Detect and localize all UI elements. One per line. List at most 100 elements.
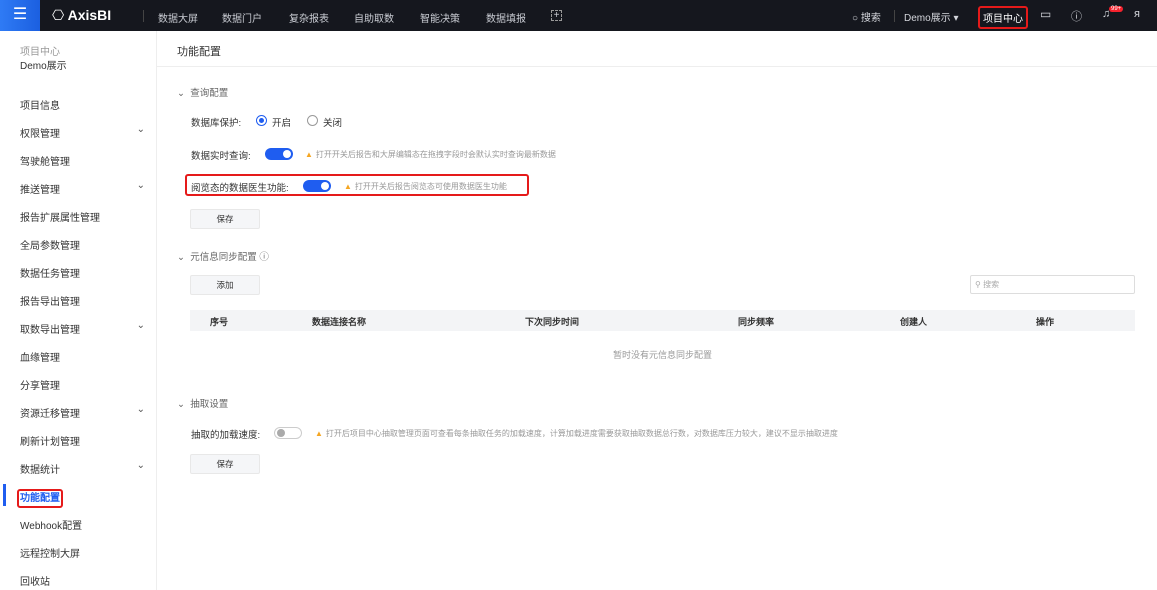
sidebar-item[interactable]: 资源迁移管理 ⌄	[20, 404, 145, 420]
notification-badge: 99+	[1109, 6, 1124, 12]
doctor-tip: ▲ 打开开关后报告阅览态可使用数据医生功能	[344, 181, 507, 192]
doctor-toggle[interactable]	[303, 180, 331, 192]
search-icon: ⚲	[975, 280, 981, 289]
add-button[interactable]: 添加	[190, 275, 260, 295]
empty-state: 暂时没有元信息同步配置	[612, 350, 712, 360]
chevron-down-icon: ⌄	[136, 124, 145, 135]
sidebar-item[interactable]: 数据任务管理	[20, 265, 145, 280]
column-header: 创建人	[900, 317, 928, 327]
nav-item[interactable]: 自助取数	[354, 10, 394, 25]
tip-text: 打开后项目中心抽取管理页面可查看每条抽取任务的加载速度，计算加载进度需要获取抽取…	[325, 429, 838, 438]
sidebar-item[interactable]: 权限管理 ⌄	[20, 124, 145, 140]
chevron-down-icon: ⌄	[136, 460, 145, 471]
sidebar-item[interactable]: 取数导出管理 ⌄	[20, 320, 145, 336]
main-content: 功能配置 ⌄ 查询配置 数据库保护: 开启 关闭 数据实时查询: ▲ 打开开关后报…	[157, 31, 1157, 590]
sidebar-project: Demo展示	[20, 61, 67, 72]
help-icon[interactable]: ⓘ	[1071, 8, 1082, 24]
sidebar-item[interactable]: 报告导出管理	[20, 293, 145, 308]
speed-toggle[interactable]	[274, 427, 302, 439]
divider	[894, 10, 895, 22]
add-nav-icon[interactable]: +	[551, 10, 562, 21]
sidebar-item-label: 远程控制大屏	[20, 549, 80, 560]
radio-off-label[interactable]: 关闭	[323, 115, 342, 129]
sidebar-item[interactable]: 远程控制大屏	[20, 545, 145, 560]
sidebar-item[interactable]: 分享管理	[20, 377, 145, 392]
nav-item[interactable]: 数据大屏	[158, 10, 198, 25]
chevron-down-icon: ⌄	[136, 320, 145, 331]
section-title: 元信息同步配置	[190, 252, 257, 263]
sidebar-item-label: 全局参数管理	[20, 241, 80, 252]
sidebar-item[interactable]: 回收站	[20, 573, 145, 588]
search-icon: ○	[852, 13, 859, 24]
column-header: 序号	[210, 317, 229, 327]
sidebar-item-label: 刷新计划管理	[20, 437, 80, 448]
section-query-toggle[interactable]: ⌄ 查询配置	[177, 85, 228, 99]
sidebar-item[interactable]: 刷新计划管理	[20, 433, 145, 448]
speed-tip: ▲ 打开后项目中心抽取管理页面可查看每条抽取任务的加载速度，计算加载进度需要获取抽…	[315, 428, 838, 439]
sidebar-item-label: 推送管理	[20, 185, 60, 196]
top-bar: ☰ ⎔ AxisBI 数据大屏 数据门户 复杂报表 自助取数 智能决策 数据填报…	[0, 0, 1157, 31]
realtime-toggle[interactable]	[265, 148, 293, 160]
sidebar-item-label: 血缘管理	[20, 353, 60, 364]
nav-item[interactable]: 智能决策	[420, 10, 460, 25]
tablet-icon[interactable]: ▭	[1040, 7, 1051, 21]
sidebar-section: 项目中心	[20, 47, 60, 58]
sidebar-item[interactable]: 驾驶舱管理	[20, 153, 145, 168]
sidebar: 项目中心 Demo展示 项目信息权限管理 ⌄ 驾驶舱管理推送管理 ⌄ 报告扩展属性管理全…	[0, 31, 157, 590]
sidebar-item[interactable]: 血缘管理	[20, 349, 145, 364]
chevron-down-icon: ⌄	[136, 180, 145, 191]
chevron-down-icon: ⌄	[177, 399, 185, 410]
nav-item[interactable]: 数据门户	[222, 10, 262, 25]
radio-off[interactable]	[307, 115, 318, 126]
search-button[interactable]: ○ 搜索	[852, 9, 881, 24]
sidebar-item-label: 驾驶舱管理	[20, 157, 70, 168]
section-extract-toggle[interactable]: ⌄ 抽取设置	[177, 396, 228, 410]
warning-icon: ▲	[344, 182, 352, 191]
sidebar-item[interactable]: 报告扩展属性管理	[20, 209, 145, 224]
page-title: 功能配置	[177, 46, 221, 58]
realtime-label: 数据实时查询:	[191, 151, 251, 162]
menu-icon[interactable]: ☰	[0, 0, 40, 31]
sidebar-item-label: 分享管理	[20, 381, 60, 392]
project-dropdown[interactable]: Demo展示 ▾	[904, 9, 959, 24]
column-header: 操作	[1036, 317, 1055, 327]
sidebar-item[interactable]: 功能配置	[17, 489, 145, 508]
radio-on-label[interactable]: 开启	[272, 115, 291, 129]
section-title: 抽取设置	[190, 399, 229, 410]
save-button[interactable]: 保存	[190, 454, 260, 474]
doctor-label: 阅览态的数据医生功能:	[191, 183, 289, 194]
sidebar-item[interactable]: 项目信息	[20, 97, 145, 112]
sidebar-item-label: 取数导出管理	[20, 325, 80, 336]
realtime-tip: ▲ 打开开关后报告和大屏编辑态在拖拽字段时会默认实时查询最新数据	[305, 149, 556, 160]
brand-name: AxisBI	[67, 7, 112, 23]
column-header: 数据连接名称	[312, 317, 367, 327]
tip-text: 打开开关后报告和大屏编辑态在拖拽字段时会默认实时查询最新数据	[315, 150, 556, 159]
warning-icon: ▲	[305, 150, 313, 159]
help-icon[interactable]: ⓘ	[259, 252, 269, 263]
speed-label: 抽取的加载速度:	[191, 430, 261, 441]
section-meta-toggle[interactable]: ⌄ 元信息同步配置 ⓘ	[177, 249, 269, 263]
sidebar-item[interactable]: Webhook配置	[20, 517, 145, 532]
nav-item[interactable]: 数据填报	[486, 10, 526, 25]
project-center-button[interactable]: 项目中心	[978, 6, 1028, 29]
radio-on[interactable]	[256, 115, 267, 126]
project-name: Demo展示	[904, 13, 951, 24]
save-button[interactable]: 保存	[190, 209, 260, 229]
nav-item[interactable]: 复杂报表	[289, 10, 329, 25]
sidebar-item[interactable]: 数据统计 ⌄	[20, 460, 145, 476]
sidebar-item[interactable]: 推送管理 ⌄	[20, 180, 145, 196]
column-header: 同步频率	[738, 317, 775, 327]
user-icon[interactable]: ᴙ	[1134, 8, 1140, 20]
sidebar-item-label: 资源迁移管理	[20, 409, 80, 420]
sidebar-item-label: 回收站	[20, 577, 50, 588]
chevron-down-icon: ⌄	[177, 88, 185, 99]
logo: ⎔ AxisBI	[52, 7, 112, 23]
table-header: 序号 数据连接名称 下次同步时间 同步频率 创建人 操作	[190, 310, 1135, 331]
search-placeholder: 搜索	[983, 280, 1000, 289]
chevron-down-icon: ⌄	[177, 252, 185, 263]
sidebar-item-label: 项目信息	[20, 101, 60, 112]
warning-icon: ▲	[315, 429, 323, 438]
divider	[143, 10, 144, 22]
search-input[interactable]: ⚲ 搜索	[970, 275, 1135, 294]
sidebar-item[interactable]: 全局参数管理	[20, 237, 145, 252]
